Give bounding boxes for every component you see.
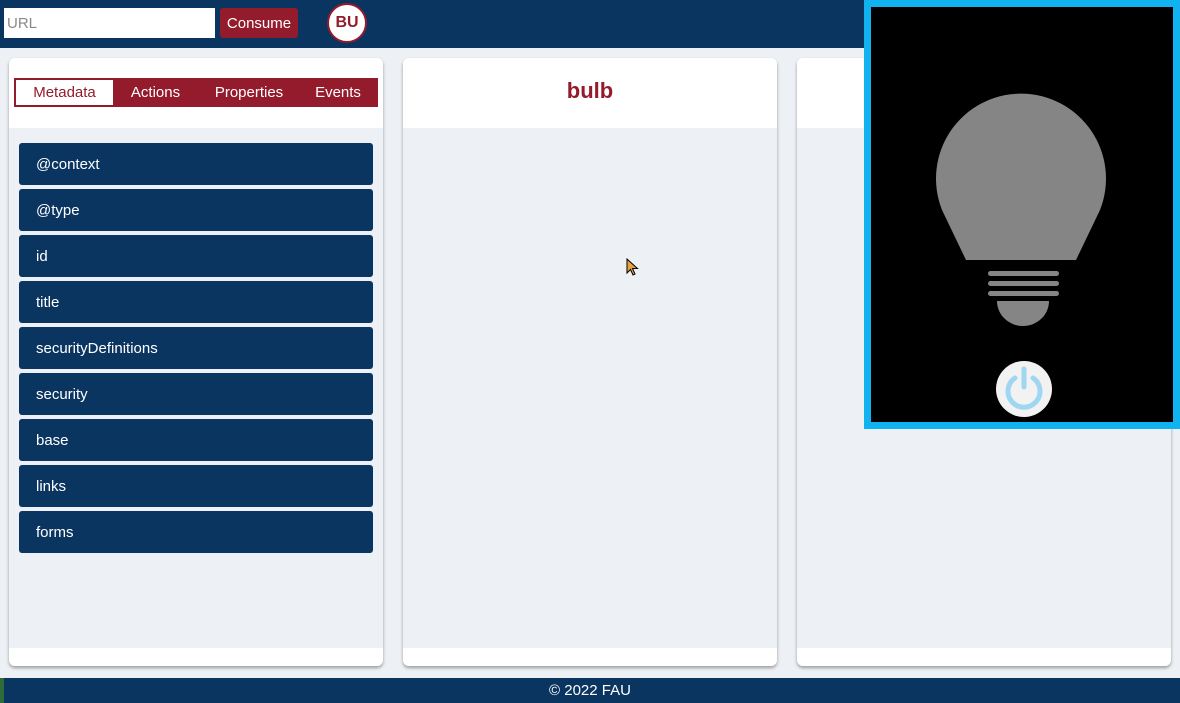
tab-properties[interactable]: Properties [198, 80, 300, 105]
metadata-item-security[interactable]: security [19, 373, 373, 415]
metadata-item-links[interactable]: links [19, 465, 373, 507]
metadata-item-context[interactable]: @context [19, 143, 373, 185]
tab-events[interactable]: Events [300, 80, 376, 105]
thing-panel: bulb [403, 58, 777, 666]
consume-button[interactable]: Consume [220, 8, 298, 38]
metadata-list: @context @type id title securityDefiniti… [19, 143, 373, 557]
metadata-item-base[interactable]: base [19, 419, 373, 461]
metadata-item-id[interactable]: id [19, 235, 373, 277]
bulb-widget [864, 0, 1180, 429]
avatar[interactable]: BU [327, 3, 367, 43]
tab-actions[interactable]: Actions [113, 80, 198, 105]
footer: © 2022 FAU [0, 678, 1180, 703]
panel-footer [797, 648, 1171, 666]
thing-title: bulb [566, 78, 614, 103]
metadata-item-type[interactable]: @type [19, 189, 373, 231]
metadata-item-title[interactable]: title [19, 281, 373, 323]
panel-footer [9, 648, 383, 666]
lightbulb-icon [936, 93, 1106, 326]
metadata-item-forms[interactable]: forms [19, 511, 373, 553]
tab-metadata[interactable]: Metadata [16, 80, 113, 105]
panel-header: Metadata Actions Properties Events [9, 58, 383, 128]
footer-accent [0, 678, 4, 703]
power-icon [1005, 366, 1043, 410]
url-input[interactable] [4, 8, 215, 38]
tab-bar: Metadata Actions Properties Events [14, 78, 378, 107]
panel-footer [403, 648, 777, 666]
panel-header: bulb [403, 58, 777, 128]
td-browser-panel: Metadata Actions Properties Events @cont… [9, 58, 383, 666]
mouse-cursor-icon [626, 258, 639, 276]
power-button[interactable] [996, 361, 1052, 417]
metadata-item-security-definitions[interactable]: securityDefinitions [19, 327, 373, 369]
copyright-text: © 2022 FAU [549, 682, 631, 699]
